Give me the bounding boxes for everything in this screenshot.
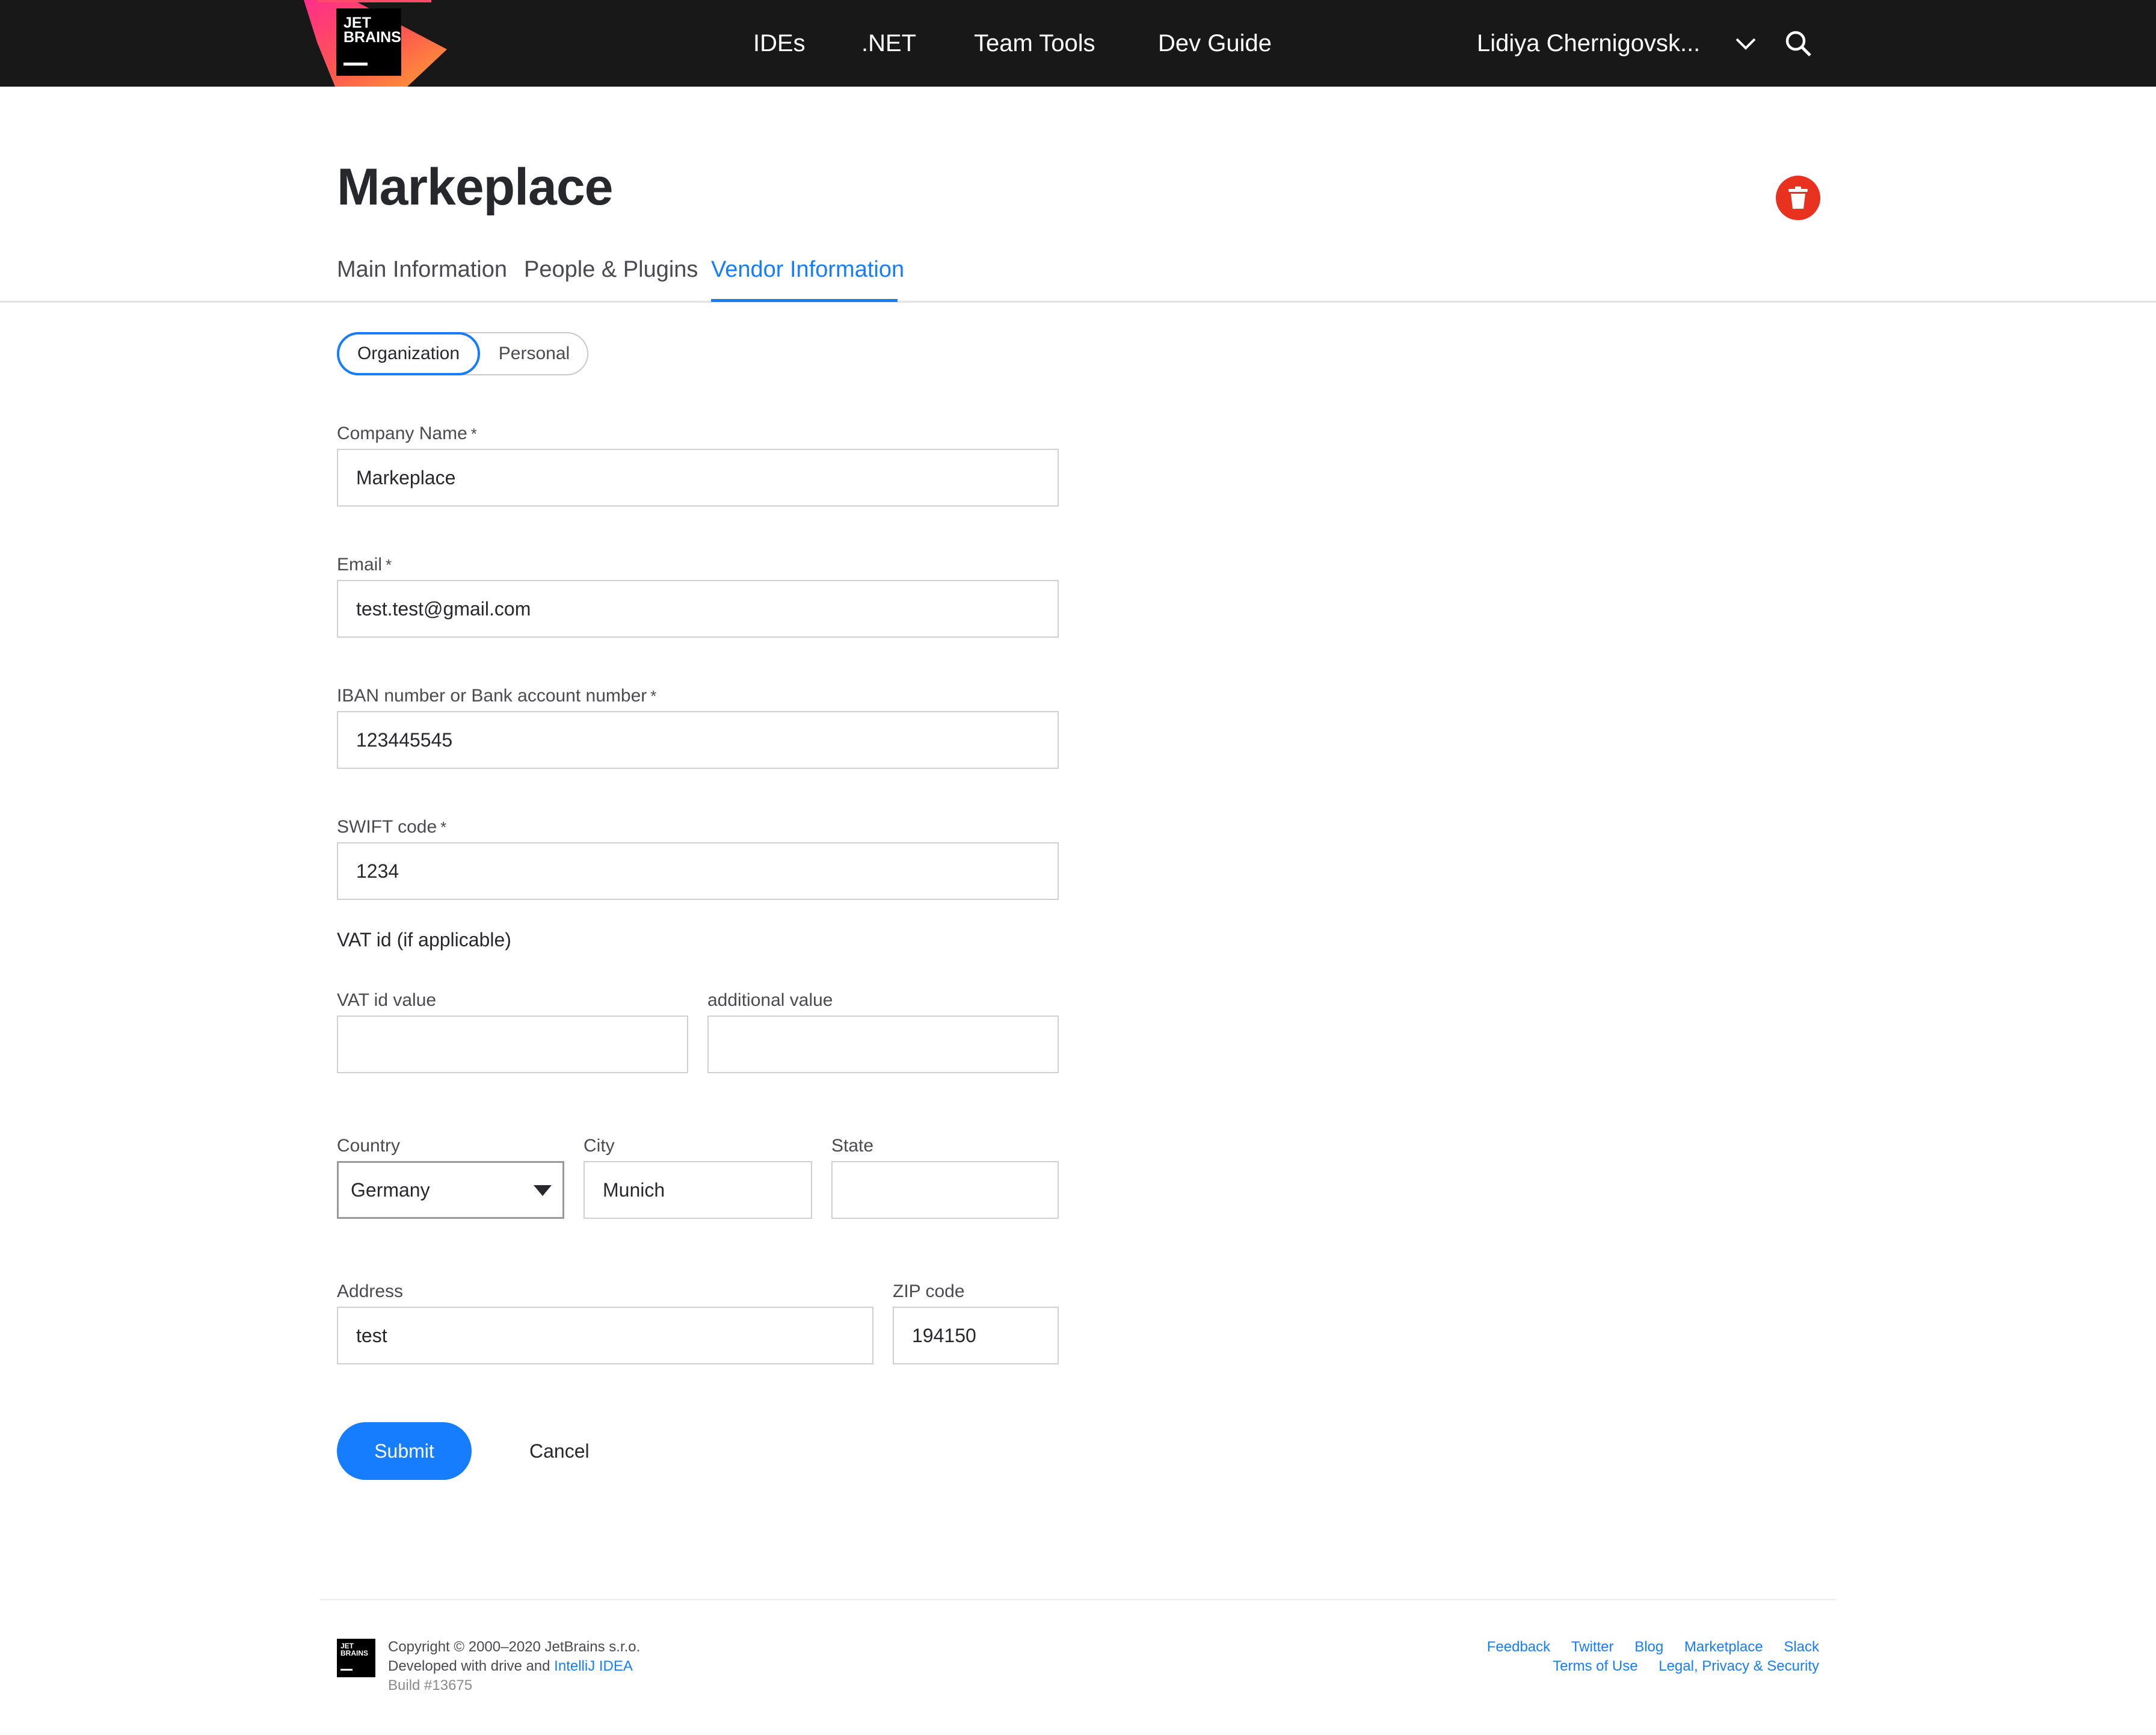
address-input[interactable] xyxy=(337,1307,873,1364)
footer-copyright: Copyright © 2000–2020 JetBrains s.r.o. xyxy=(388,1639,641,1655)
page-title: Markeplace xyxy=(337,158,614,216)
jetbrains-logo[interactable]: JET BRAINS xyxy=(293,0,447,87)
logo-text: JET BRAINS xyxy=(343,16,401,45)
zip-label: ZIP code xyxy=(893,1281,965,1301)
vat-additional-label: additional value xyxy=(707,990,833,1010)
swift-input[interactable] xyxy=(337,842,1059,900)
footer-logo-text-line2: BRAINS xyxy=(340,1649,369,1657)
nav-dotnet[interactable]: .NET xyxy=(861,26,916,60)
email-label-text: Email xyxy=(337,555,383,575)
city-label: City xyxy=(584,1136,615,1156)
footer-link-legal[interactable]: Legal, Privacy & Security xyxy=(1659,1658,1819,1674)
tab-people-plugins[interactable]: People & Plugins xyxy=(524,253,698,286)
required-mark: * xyxy=(440,818,447,836)
state-label: State xyxy=(831,1136,874,1156)
required-mark: * xyxy=(650,687,657,705)
nav-team-tools[interactable]: Team Tools xyxy=(974,26,1095,60)
city-input[interactable] xyxy=(584,1161,812,1219)
caret-down-icon xyxy=(534,1185,552,1196)
nav-ides[interactable]: IDEs xyxy=(753,26,805,60)
vendor-type-organization[interactable]: Organization xyxy=(337,332,480,375)
email-input[interactable] xyxy=(337,580,1059,638)
iban-input[interactable] xyxy=(337,711,1059,769)
country-selected-value: Germany xyxy=(351,1179,430,1201)
footer-developed: Developed with drive and IntelliJ IDEA xyxy=(388,1658,633,1675)
tabs-divider xyxy=(0,301,2156,303)
zip-input[interactable] xyxy=(893,1307,1059,1364)
footer-link-slack[interactable]: Slack xyxy=(1784,1639,1819,1655)
delete-button[interactable] xyxy=(1776,176,1820,220)
footer-jetbrains-logo[interactable]: JET BRAINS xyxy=(337,1639,375,1677)
footer-link-terms[interactable]: Terms of Use xyxy=(1553,1658,1637,1674)
required-mark: * xyxy=(386,556,392,574)
cancel-button[interactable]: Cancel xyxy=(529,1437,590,1465)
footer-logo-underscore xyxy=(340,1669,353,1671)
vat-value-input[interactable] xyxy=(337,1015,688,1073)
iban-label-text: IBAN number or Bank account number xyxy=(337,686,647,706)
user-menu[interactable]: Lidiya Chernigovsk... xyxy=(1477,26,1700,60)
tab-main-information[interactable]: Main Information xyxy=(337,253,507,286)
chevron-down-icon[interactable] xyxy=(1734,33,1758,54)
footer-logo-text: JET BRAINS xyxy=(340,1642,368,1657)
company-name-label: Company Name * xyxy=(337,424,477,444)
footer-link-feedback[interactable]: Feedback xyxy=(1487,1639,1550,1655)
logo-underscore xyxy=(343,63,368,66)
trash-icon xyxy=(1788,186,1808,209)
active-tab-indicator xyxy=(711,299,898,302)
iban-label: IBAN number or Bank account number * xyxy=(337,686,656,706)
footer-divider xyxy=(320,1599,1836,1600)
vat-additional-input[interactable] xyxy=(707,1015,1059,1073)
swift-label-text: SWIFT code xyxy=(337,817,437,837)
swift-label: SWIFT code * xyxy=(337,817,446,837)
nav-dev-guide[interactable]: Dev Guide xyxy=(1158,26,1272,60)
footer-link-blog[interactable]: Blog xyxy=(1634,1639,1663,1655)
footer-links-row2: Terms of Use Legal, Privacy & Security xyxy=(1536,1658,1819,1675)
intellij-idea-link[interactable]: IntelliJ IDEA xyxy=(554,1658,633,1674)
required-mark: * xyxy=(470,425,477,443)
vat-value-label: VAT id value xyxy=(337,990,437,1010)
state-input[interactable] xyxy=(831,1161,1059,1219)
footer-link-marketplace[interactable]: Marketplace xyxy=(1684,1639,1763,1655)
vendor-type-personal[interactable]: Personal xyxy=(480,332,588,375)
vat-section-label: VAT id (if applicable) xyxy=(337,929,511,951)
search-icon[interactable] xyxy=(1784,29,1813,58)
logo-text-line2: BRAINS xyxy=(343,29,401,46)
footer-developed-prefix: Developed with drive and xyxy=(388,1658,550,1674)
footer-links-row1: Feedback Twitter Blog Marketplace Slack xyxy=(1470,1639,1819,1656)
top-navigation-bar: JET BRAINS IDEs .NET Team Tools Dev Guid… xyxy=(0,0,2156,87)
company-name-label-text: Company Name xyxy=(337,424,467,443)
submit-button[interactable]: Submit xyxy=(337,1422,472,1480)
country-select[interactable]: Germany xyxy=(337,1161,564,1219)
email-label: Email * xyxy=(337,555,392,575)
footer-link-twitter[interactable]: Twitter xyxy=(1571,1639,1614,1655)
footer-build: Build #13675 xyxy=(388,1677,473,1693)
address-label: Address xyxy=(337,1281,404,1301)
logo-text-line1: JET xyxy=(343,14,371,31)
country-label: Country xyxy=(337,1136,401,1156)
company-name-input[interactable] xyxy=(337,449,1059,507)
tab-vendor-information[interactable]: Vendor Information xyxy=(711,253,904,286)
